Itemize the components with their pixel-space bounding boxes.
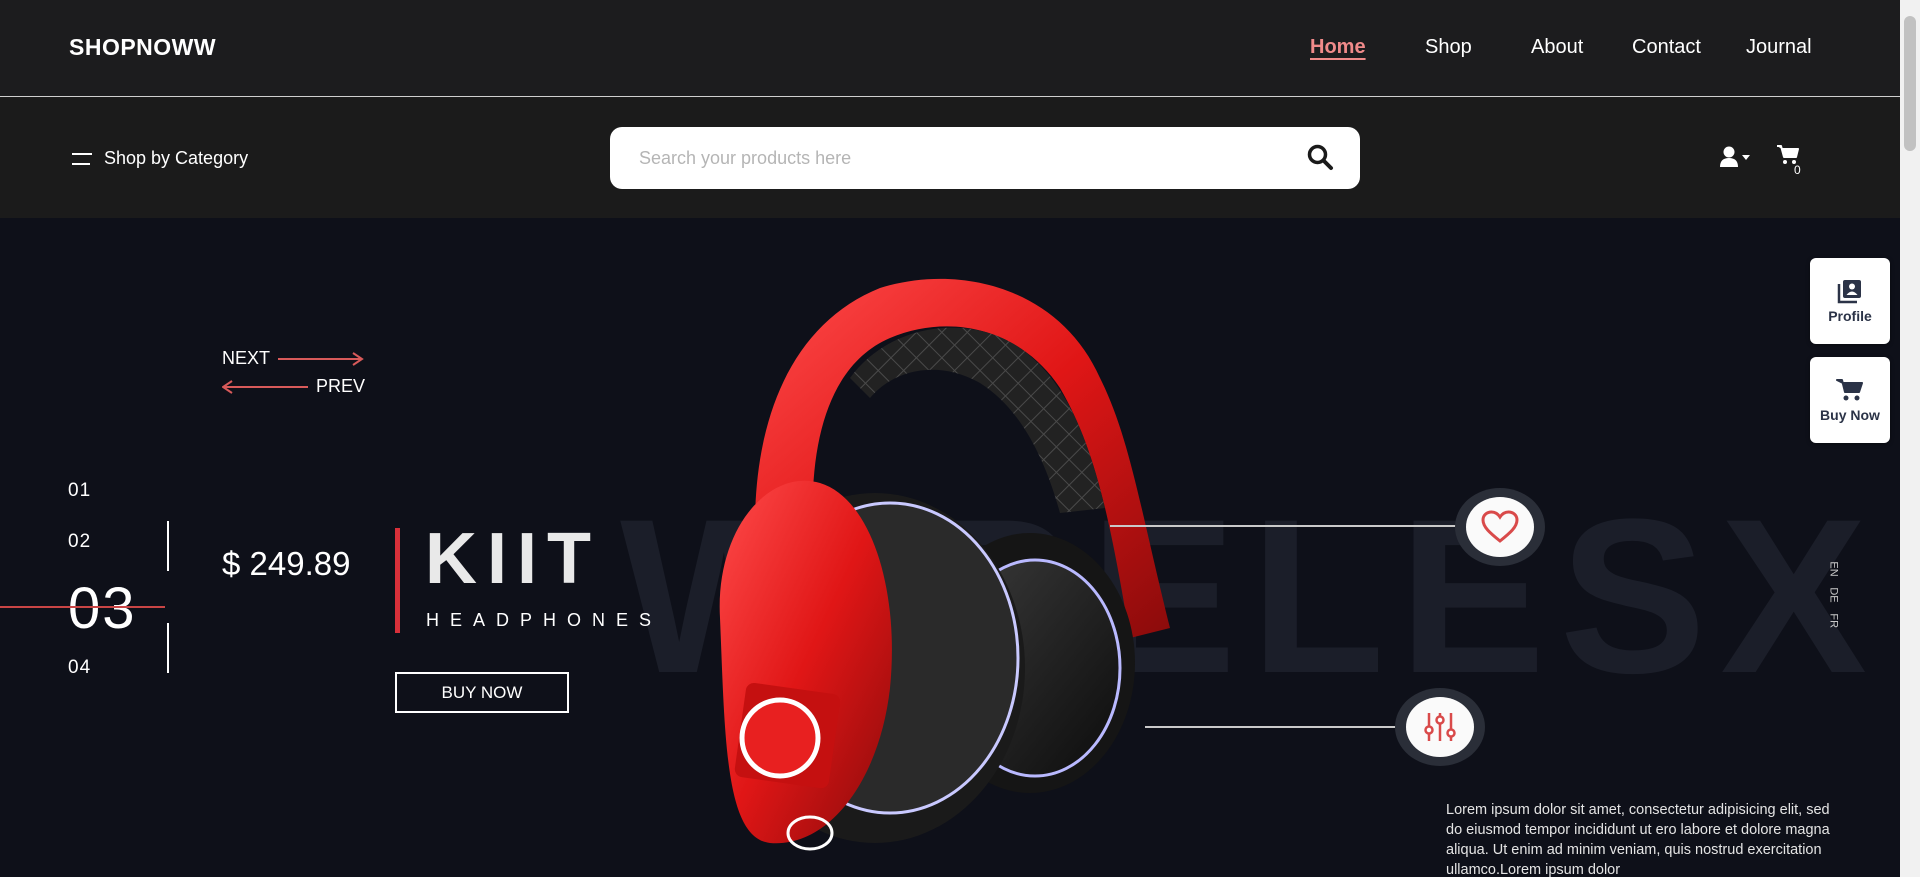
prev-label: PREV (316, 376, 366, 396)
prev-slide-button[interactable]: PREV (222, 376, 365, 397)
menu-icon (72, 152, 92, 165)
cart-count-badge: 0 (1794, 163, 1801, 177)
slide-divider-bottom (167, 623, 169, 673)
language-fr[interactable]: FR (1828, 613, 1840, 628)
equalizer-icon (1424, 713, 1456, 741)
nav-about-link[interactable]: About (1531, 36, 1583, 59)
slide-number-04[interactable]: 04 (68, 657, 91, 679)
page-scrollbar[interactable] (1900, 0, 1920, 877)
hero-banner: WIRELESX NEXT PREV 01 02 03 04 $ 249.89 … (0, 218, 1900, 877)
nav-journal-link[interactable]: Journal (1746, 36, 1812, 59)
user-icon (1720, 146, 1750, 167)
profile-float-button[interactable]: Profile (1810, 258, 1890, 344)
search-box (610, 127, 1360, 189)
user-account-dropdown[interactable] (1719, 145, 1759, 171)
language-switcher: EN DE FR (1826, 561, 1841, 641)
search-icon[interactable] (1306, 143, 1336, 173)
language-de[interactable]: DE (1828, 587, 1840, 602)
next-slide-button[interactable]: NEXT (222, 348, 364, 369)
accent-bar (395, 528, 400, 633)
product-subtitle: HEADPHONES (426, 610, 663, 630)
profile-label: Profile (1828, 308, 1872, 324)
profile-book-icon (1837, 280, 1861, 304)
scrollbar-thumb[interactable] (1904, 16, 1916, 151)
arrow-right-icon (278, 351, 364, 366)
nav-home-link[interactable]: Home (1310, 36, 1366, 59)
product-price: $ 249.89 (222, 545, 351, 582)
headphone-image (719, 278, 1170, 851)
slide-number-02[interactable]: 02 (68, 531, 91, 553)
equalizer-button[interactable] (1395, 688, 1485, 766)
top-navbar: SHOPNOWW Home Shop About Contact Journal (0, 0, 1900, 97)
slide-divider-top (167, 521, 169, 571)
shop-by-category-label: Shop by Category (104, 148, 249, 168)
product-description: Lorem ipsum dolor sit amet, consectetur … (1446, 802, 1830, 877)
heart-icon (1481, 510, 1519, 543)
connector-line (1145, 726, 1400, 728)
shop-by-category-button[interactable]: Shop by Category (72, 148, 248, 169)
slide-number-01[interactable]: 01 (68, 480, 91, 502)
slide-number-active[interactable]: 03 (68, 575, 137, 642)
search-input[interactable] (639, 143, 1279, 173)
buy-now-float-button[interactable]: Buy Now (1810, 357, 1890, 443)
cart-button[interactable]: 0 (1776, 144, 1808, 178)
arrow-left-icon (222, 379, 308, 394)
connector-line (1110, 525, 1460, 527)
wishlist-button[interactable] (1455, 488, 1545, 566)
site-logo[interactable]: SHOPNOWW (69, 34, 216, 61)
nav-shop-link[interactable]: Shop (1425, 36, 1472, 59)
language-en[interactable]: EN (1828, 561, 1840, 576)
cart-icon (1836, 379, 1863, 401)
next-label: NEXT (222, 348, 271, 368)
active-slide-line (0, 606, 165, 608)
product-title: KIIT (425, 519, 601, 599)
nav-contact-link[interactable]: Contact (1632, 36, 1701, 59)
buy-now-label: Buy Now (1820, 407, 1880, 423)
hero-buy-now-button[interactable]: BUY NOW (395, 672, 569, 713)
search-bar-section: Shop by Category 0 (0, 98, 1900, 218)
